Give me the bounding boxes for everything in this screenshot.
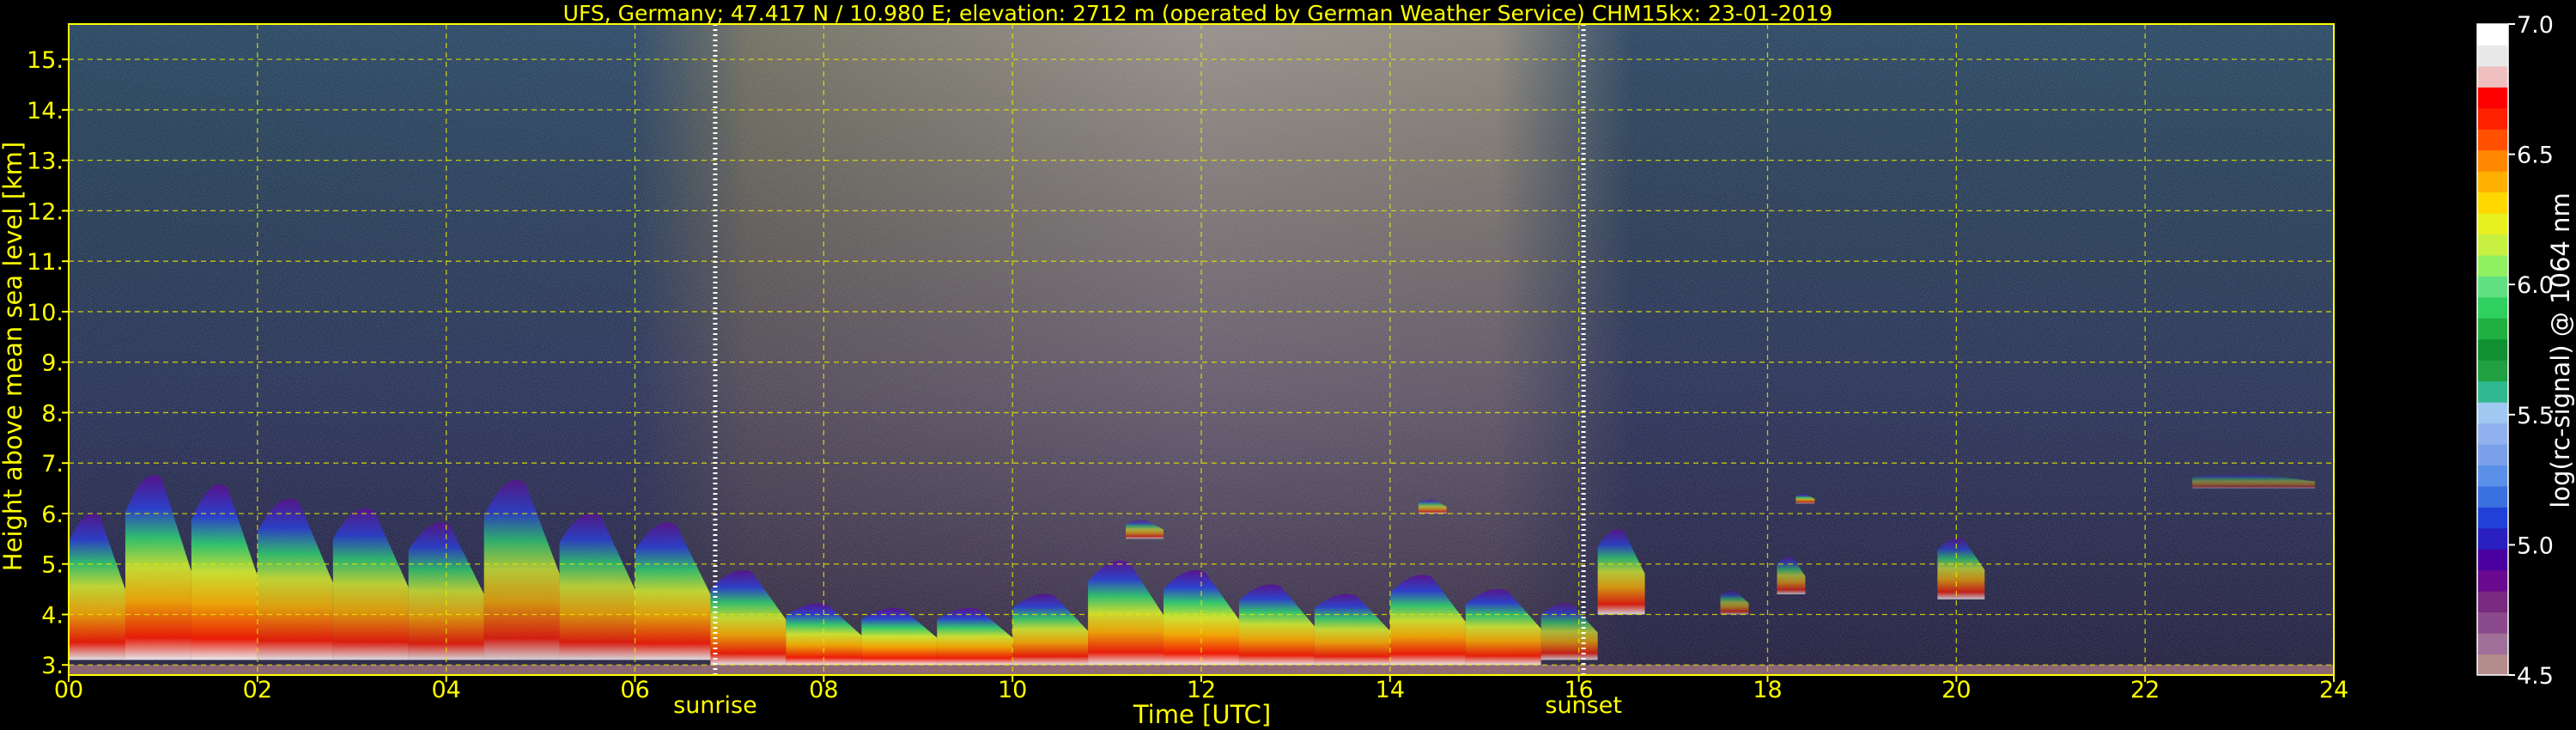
colorbar-segment bbox=[2477, 318, 2508, 340]
x-tick-label: 00 bbox=[54, 677, 83, 703]
y-tick-label: 5. bbox=[41, 552, 64, 579]
colorbar-segment bbox=[2477, 213, 2508, 235]
x-tick-label: 08 bbox=[809, 677, 838, 703]
y-tick-label: 4. bbox=[41, 602, 64, 629]
colorbar-segment bbox=[2477, 485, 2508, 508]
x-tick-label: 22 bbox=[2130, 677, 2160, 703]
colorbar-segment bbox=[2477, 45, 2508, 67]
colorbar-segment bbox=[2477, 380, 2508, 403]
colorbar-segment bbox=[2477, 591, 2508, 613]
y-tick-label: 11. bbox=[27, 249, 64, 276]
colorbar-tick-label: 7.0 bbox=[2517, 12, 2554, 39]
colorbar-segment bbox=[2477, 549, 2508, 571]
y-axis-label: Height above mean sea level [km] bbox=[0, 142, 27, 571]
colorbar-segment bbox=[2477, 234, 2508, 256]
colorbar-segment bbox=[2477, 527, 2508, 550]
y-tick-label: 6. bbox=[41, 502, 64, 528]
y-tick-label: 8. bbox=[41, 400, 64, 427]
colorbar-segment bbox=[2477, 611, 2508, 634]
colorbar-segment bbox=[2477, 107, 2508, 130]
colorbar-segment bbox=[2477, 444, 2508, 465]
colorbar-segment bbox=[2477, 423, 2508, 445]
colorbar-segment bbox=[2477, 276, 2508, 298]
colorbar-segment bbox=[2477, 296, 2508, 319]
colorbar-segment bbox=[2477, 569, 2508, 592]
colorbar-label: log(rc-signal) @ 1064 nm bbox=[2546, 192, 2575, 508]
chart-title: UFS, Germany; 47.417 N / 10.980 E; eleva… bbox=[563, 1, 1833, 26]
x-tick-label: 02 bbox=[243, 677, 272, 703]
x-tick-label: 10 bbox=[998, 677, 1027, 703]
x-tick-label: 16 bbox=[1564, 677, 1593, 703]
colorbar-segment bbox=[2477, 192, 2508, 214]
colorbar-segment bbox=[2477, 65, 2508, 88]
colorbar-segment bbox=[2477, 171, 2508, 193]
colorbar-tick-label: 5.0 bbox=[2517, 532, 2554, 559]
y-tick-label: 15. bbox=[27, 47, 64, 74]
colorbar-segment bbox=[2477, 254, 2508, 277]
colorbar: 4.55.05.56.06.57.0 bbox=[2476, 12, 2554, 690]
y-tick-label: 3. bbox=[41, 653, 64, 679]
y-tick-label: 9. bbox=[41, 350, 64, 377]
y-tick-label: 13. bbox=[27, 149, 64, 175]
x-tick-label: 20 bbox=[1941, 677, 1971, 703]
colorbar-segment bbox=[2477, 360, 2508, 382]
colorbar-segment bbox=[2477, 87, 2508, 109]
colorbar-segment bbox=[2477, 465, 2508, 487]
colorbar-segment bbox=[2477, 654, 2508, 676]
colorbar-segment bbox=[2477, 507, 2508, 529]
y-tick-label: 10. bbox=[27, 300, 64, 326]
colorbar-segment bbox=[2477, 149, 2508, 172]
y-tick-label: 12. bbox=[27, 198, 64, 225]
y-tick-label: 7. bbox=[41, 451, 64, 478]
colorbar-segment bbox=[2477, 338, 2508, 361]
x-tick-label: 04 bbox=[431, 677, 460, 703]
y-tick-label: 14. bbox=[27, 98, 64, 125]
ceilometer-chart: sunrise sunset 00 02 04 06 08 10 12 14 16 18 20 22 24… bbox=[0, 1, 2575, 729]
x-tick-label: 24 bbox=[2319, 677, 2348, 703]
x-axis-label: Time [UTC] bbox=[1133, 700, 1271, 729]
x-tick-label: 18 bbox=[1753, 677, 1782, 703]
colorbar-segment bbox=[2477, 402, 2508, 424]
colorbar-segment bbox=[2477, 633, 2508, 655]
x-tick-label: 14 bbox=[1376, 677, 1405, 703]
colorbar-tick-label: 4.5 bbox=[2517, 663, 2554, 690]
sun-marker-label: sunrise bbox=[673, 692, 757, 719]
colorbar-segment bbox=[2477, 129, 2508, 151]
x-tick-label: 06 bbox=[620, 677, 649, 703]
colorbar-segment bbox=[2477, 24, 2508, 46]
colorbar-tick-label: 6.5 bbox=[2517, 143, 2554, 169]
